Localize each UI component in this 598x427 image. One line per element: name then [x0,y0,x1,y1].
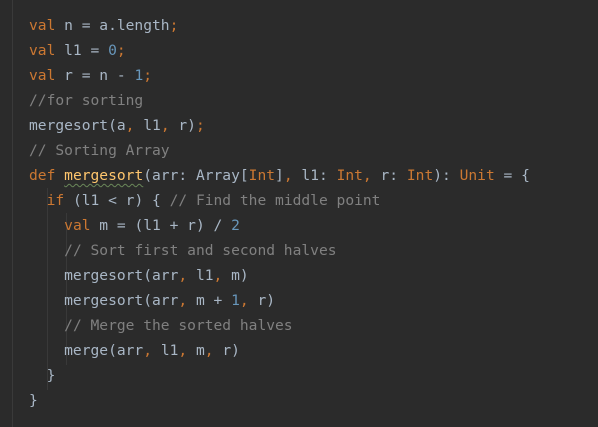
code-token: merge(arr [29,342,144,359]
code-token: l1 = [55,42,109,59]
code-token: } [29,367,56,384]
punctuation-token: , [362,167,372,184]
code-text-area[interactable]: val n = a.length; val l1 = 0; val r = n - … [29,13,530,413]
code-token: m = (l1 + r) / [90,217,232,234]
punctuation-token: , [239,292,249,309]
code-token: r: [371,167,407,184]
code-token: m) [222,267,249,284]
code-line[interactable]: if (l1 < r) { // Find the middle point [29,188,530,213]
punctuation-token: , [213,267,223,284]
code-token: (l1 < r) { [64,192,170,209]
type-token: Int [406,167,434,184]
code-token: ): [433,167,460,184]
keyword-token: val [64,217,91,234]
punctuation-token: , [178,267,188,284]
code-token: mergesort(arr [29,292,179,309]
code-line[interactable]: } [29,388,530,413]
keyword-token: def [29,167,56,184]
code-line[interactable]: val m = (l1 + r) / 2 [29,213,530,238]
code-line[interactable]: //for sorting [29,88,530,113]
code-token: mergesort(arr [29,267,179,284]
punctuation-token: ; [143,67,153,84]
type-token: Int [248,167,276,184]
code-token: l1 [152,342,179,359]
keyword-token: val [29,67,56,84]
type-token: Unit [459,167,495,184]
comment-token: // Sort first and second halves [64,242,337,259]
punctuation-token: , [178,292,188,309]
code-line[interactable]: val n = a.length; [29,13,530,38]
number-token: 2 [231,217,240,234]
code-token: = { [494,167,530,184]
comment-token: // Sorting Array [29,142,170,159]
keyword-token: val [29,17,56,34]
punctuation-token: , [283,167,293,184]
code-token: r) [213,342,240,359]
code-line[interactable]: val l1 = 0; [29,38,530,63]
code-token: mergesort(a [29,117,126,134]
code-token: l1 [187,267,214,284]
gutter-divider [12,0,13,427]
comment-token: // Find the middle point [169,192,381,209]
code-line[interactable]: merge(arr, l1, m, r) [29,338,530,363]
code-token: m + [187,292,232,309]
code-editor[interactable]: val n = a.length; val l1 = 0; val r = n - … [0,0,598,427]
code-line[interactable]: def mergesort(arr: Array[Int], l1: Int, … [29,163,530,188]
keyword-token: if [46,192,65,209]
code-token: m [187,342,205,359]
punctuation-token: ; [169,17,179,34]
code-line[interactable]: mergesort(arr, l1, m) [29,263,530,288]
code-token: (arr: Array[ [143,167,249,184]
code-line[interactable]: // Sorting Array [29,138,530,163]
code-token: l1: [292,167,337,184]
punctuation-token: , [204,342,214,359]
punctuation-token: , [143,342,153,359]
code-token: ] [275,167,284,184]
code-line[interactable]: val r = n - 1; [29,63,530,88]
code-token: } [29,392,38,409]
function-name-token: mergesort [64,167,144,184]
code-line[interactable]: // Sort first and second halves [29,238,530,263]
code-token: n = a.length [55,17,170,34]
code-token: r = n - [55,67,135,84]
code-line[interactable]: // Merge the sorted halves [29,313,530,338]
code-token: r) [248,292,276,309]
comment-token: //for sorting [29,92,144,109]
code-line[interactable]: } [29,363,530,388]
keyword-token: val [29,42,56,59]
number-token: 0 [108,42,117,59]
punctuation-token: , [178,342,188,359]
number-token: 1 [231,292,240,309]
punctuation-token: ; [195,117,205,134]
punctuation-token: ; [116,42,126,59]
code-token: r) [169,117,196,134]
code-line[interactable]: mergesort(a, l1, r); [29,113,530,138]
number-token: 1 [134,67,144,84]
type-token: Int [336,167,363,184]
punctuation-token: , [160,117,170,134]
code-token: l1 [134,117,161,134]
comment-token: // Merge the sorted halves [64,317,293,334]
code-line[interactable]: mergesort(arr, m + 1, r) [29,288,530,313]
